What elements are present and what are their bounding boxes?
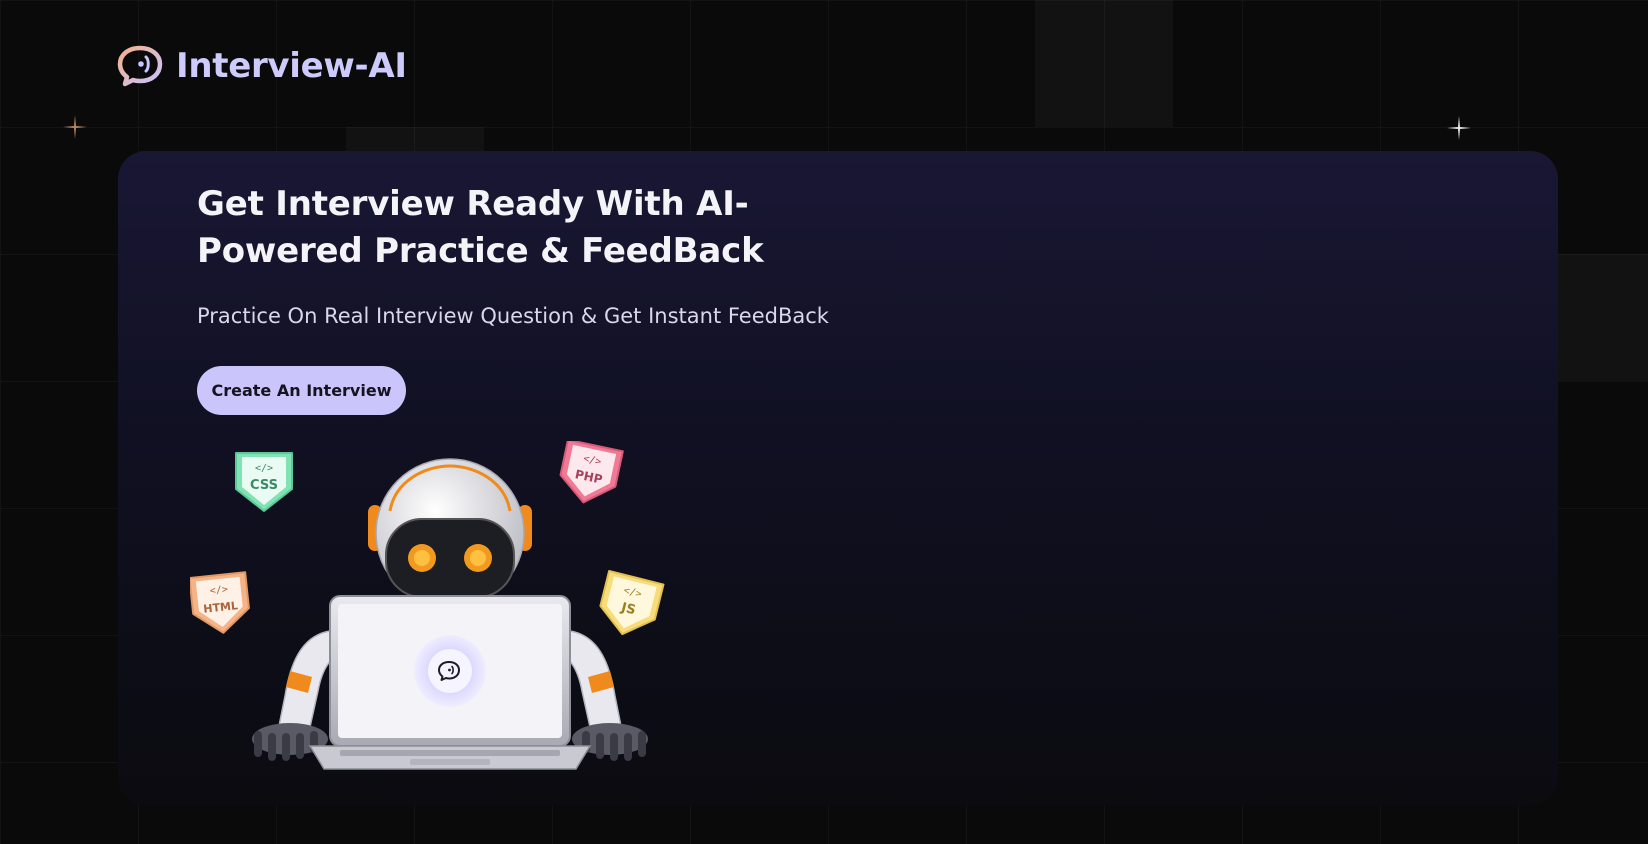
sparkle-icon xyxy=(63,115,87,139)
sparkle-icon xyxy=(1447,116,1471,140)
laptop xyxy=(308,595,592,770)
create-interview-button[interactable]: Create An Interview xyxy=(197,366,406,415)
html-badge-code-icon: </> xyxy=(209,584,228,597)
hero-card: Get Interview Ready With AI-Powered Prac… xyxy=(118,151,1558,805)
robot-illustration: </> CSS </> PHP </> HTML </> JS xyxy=(190,441,665,770)
svg-text:CSS: CSS xyxy=(250,478,278,493)
php-badge: </> PHP xyxy=(559,441,624,504)
css-badge: </> CSS xyxy=(235,452,293,512)
background-tile xyxy=(1035,0,1173,127)
html-badge: </> HTML xyxy=(190,571,250,634)
brand-logo[interactable]: Interview-AI xyxy=(116,44,407,88)
brand-name: Interview-AI xyxy=(176,46,407,86)
landing-page: Interview-AI Get Interview Ready With AI… xyxy=(0,0,1648,844)
hero-title: Get Interview Ready With AI-Powered Prac… xyxy=(197,184,764,271)
hero-subtitle: Practice On Real Interview Question & Ge… xyxy=(197,304,829,328)
js-badge: </> JS xyxy=(599,569,665,636)
css-badge-code-icon: </> xyxy=(255,463,273,474)
chat-bubble-voice-icon xyxy=(117,45,163,87)
